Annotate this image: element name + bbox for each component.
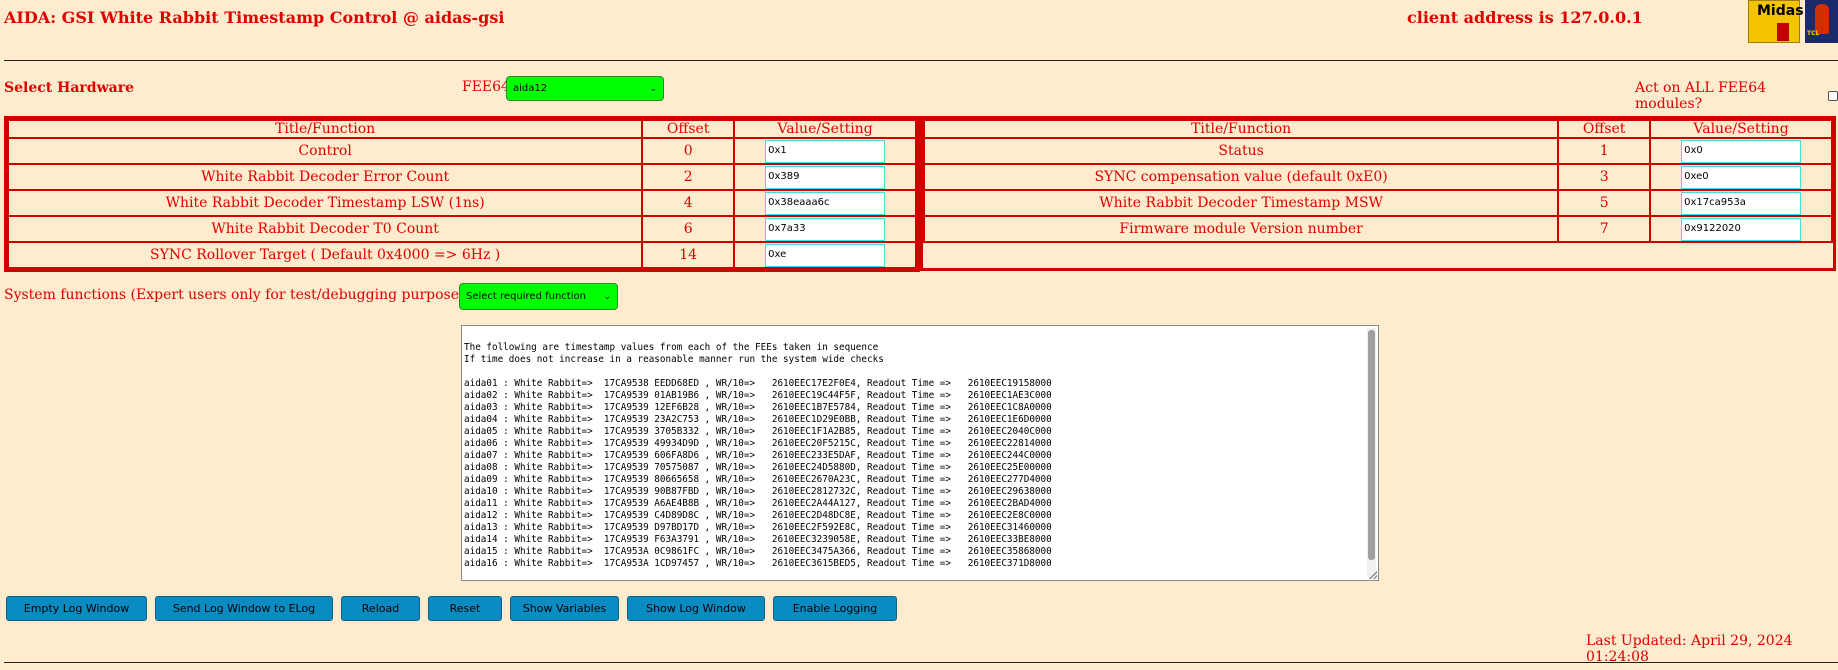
col-header-value: Value/Setting	[1649, 119, 1833, 139]
show-variables-button[interactable]: Show Variables	[510, 596, 619, 621]
row-title: White Rabbit Decoder Timestamp MSW	[922, 189, 1560, 217]
row-title: White Rabbit Decoder T0 Count	[6, 215, 644, 243]
footer-divider	[4, 662, 1838, 663]
col-header-title: Title/Function	[6, 119, 644, 139]
row-offset: 0	[641, 137, 736, 165]
midas-logo-text: Midas	[1757, 3, 1804, 19]
tcl-logo: TCL	[1805, 0, 1838, 43]
system-functions-label: System functions (Expert users only for …	[4, 287, 489, 303]
page-title: AIDA: GSI White Rabbit Timestamp Control…	[4, 8, 505, 27]
value-input[interactable]: 0x17ca953a	[1681, 191, 1802, 215]
send-log-to-elog-button[interactable]: Send Log Window to ELog	[155, 596, 333, 621]
row-title: Status	[922, 137, 1560, 165]
table-row: White Rabbit Decoder T0 Count 6 0x7a33	[6, 215, 917, 243]
row-title: SYNC compensation value (default 0xE0)	[922, 163, 1560, 191]
last-updated: Last Updated: April 29, 2024 01:24:08	[1586, 633, 1793, 665]
midas-logo-mark	[1777, 23, 1789, 41]
chevron-down-icon: ⌄	[603, 291, 611, 302]
table-row: SYNC Rollover Target ( Default 0x4000 =>…	[6, 241, 917, 269]
log-text: The following are timestamp values from …	[464, 342, 1052, 569]
fee64-selected-value: aida12	[513, 83, 548, 94]
row-title: Firmware module Version number	[922, 215, 1560, 243]
table-row: Firmware module Version number 7 0x91220…	[922, 215, 1833, 243]
client-address: client address is 127.0.0.1	[1407, 8, 1643, 27]
value-input[interactable]: 0xe	[765, 243, 886, 267]
table-row: White Rabbit Decoder Timestamp LSW (1ns)…	[6, 189, 917, 217]
table-row: Control 0 0x1	[6, 137, 917, 165]
row-title: White Rabbit Decoder Timestamp LSW (1ns)	[6, 189, 644, 217]
row-offset: 4	[641, 189, 736, 217]
table-row: SYNC compensation value (default 0xE0) 3…	[922, 163, 1833, 191]
tcl-logo-text: TCL	[1807, 30, 1820, 37]
value-input[interactable]: 0x9122020	[1681, 217, 1802, 241]
row-title: Control	[6, 137, 644, 165]
table-row-empty	[924, 241, 1832, 268]
empty-cell	[924, 241, 1832, 268]
reset-button[interactable]: Reset	[428, 596, 502, 621]
reload-button[interactable]: Reload	[341, 596, 420, 621]
table-row: White Rabbit Decoder Timestamp MSW 5 0x1…	[922, 189, 1833, 217]
col-header-value: Value/Setting	[733, 119, 917, 139]
row-offset: 3	[1557, 163, 1652, 191]
row-title: SYNC Rollover Target ( Default 0x4000 =>…	[6, 241, 644, 269]
show-log-window-button[interactable]: Show Log Window	[627, 596, 765, 621]
table-row: Status 1 0x0	[922, 137, 1833, 165]
header-divider	[4, 60, 1838, 61]
act-on-all-toggle: Act on ALL FEE64 modules?	[1635, 80, 1838, 112]
register-table-left: Title/Function Offset Value/Setting Cont…	[4, 116, 920, 272]
col-header-offset: Offset	[641, 119, 736, 139]
value-input[interactable]: 0x7a33	[765, 217, 886, 241]
system-function-select[interactable]: Select required function ⌄	[459, 283, 618, 310]
row-title: White Rabbit Decoder Error Count	[6, 163, 644, 191]
value-input[interactable]: 0xe0	[1681, 165, 1802, 189]
midas-logo: Midas	[1748, 0, 1804, 43]
action-button-row: Empty Log Window Send Log Window to ELog R…	[6, 596, 897, 621]
col-header-title: Title/Function	[922, 119, 1560, 139]
register-table-right: Title/Function Offset Value/Setting Stat…	[920, 116, 1836, 271]
enable-logging-button[interactable]: Enable Logging	[773, 596, 897, 621]
row-offset: 2	[641, 163, 736, 191]
empty-log-window-button[interactable]: Empty Log Window	[6, 596, 147, 621]
chevron-down-icon: ⌄	[649, 83, 657, 94]
fee64-select[interactable]: aida12 ⌄	[506, 76, 664, 101]
table-row: White Rabbit Decoder Error Count 2 0x389	[6, 163, 917, 191]
row-offset: 5	[1557, 189, 1652, 217]
value-input[interactable]: 0x38eaaa6c	[765, 191, 886, 215]
row-offset: 6	[641, 215, 736, 243]
row-offset: 1	[1557, 137, 1652, 165]
value-input[interactable]: 0x1	[765, 139, 886, 163]
log-window[interactable]: The following are timestamp values from …	[461, 325, 1379, 581]
row-offset: 14	[641, 241, 736, 269]
act-on-all-label: Act on ALL FEE64 modules?	[1635, 80, 1767, 112]
value-input[interactable]: 0x389	[765, 165, 886, 189]
fee64-label: FEE64	[462, 79, 510, 95]
row-offset: 7	[1557, 215, 1652, 243]
resize-handle-icon[interactable]	[1369, 571, 1377, 579]
act-on-all-checkbox[interactable]	[1828, 91, 1838, 101]
system-function-placeholder: Select required function	[466, 291, 586, 302]
log-scrollbar-thumb[interactable]	[1368, 330, 1375, 560]
select-hardware-label: Select Hardware	[4, 80, 134, 96]
col-header-offset: Offset	[1557, 119, 1652, 139]
value-input[interactable]: 0x0	[1681, 139, 1802, 163]
